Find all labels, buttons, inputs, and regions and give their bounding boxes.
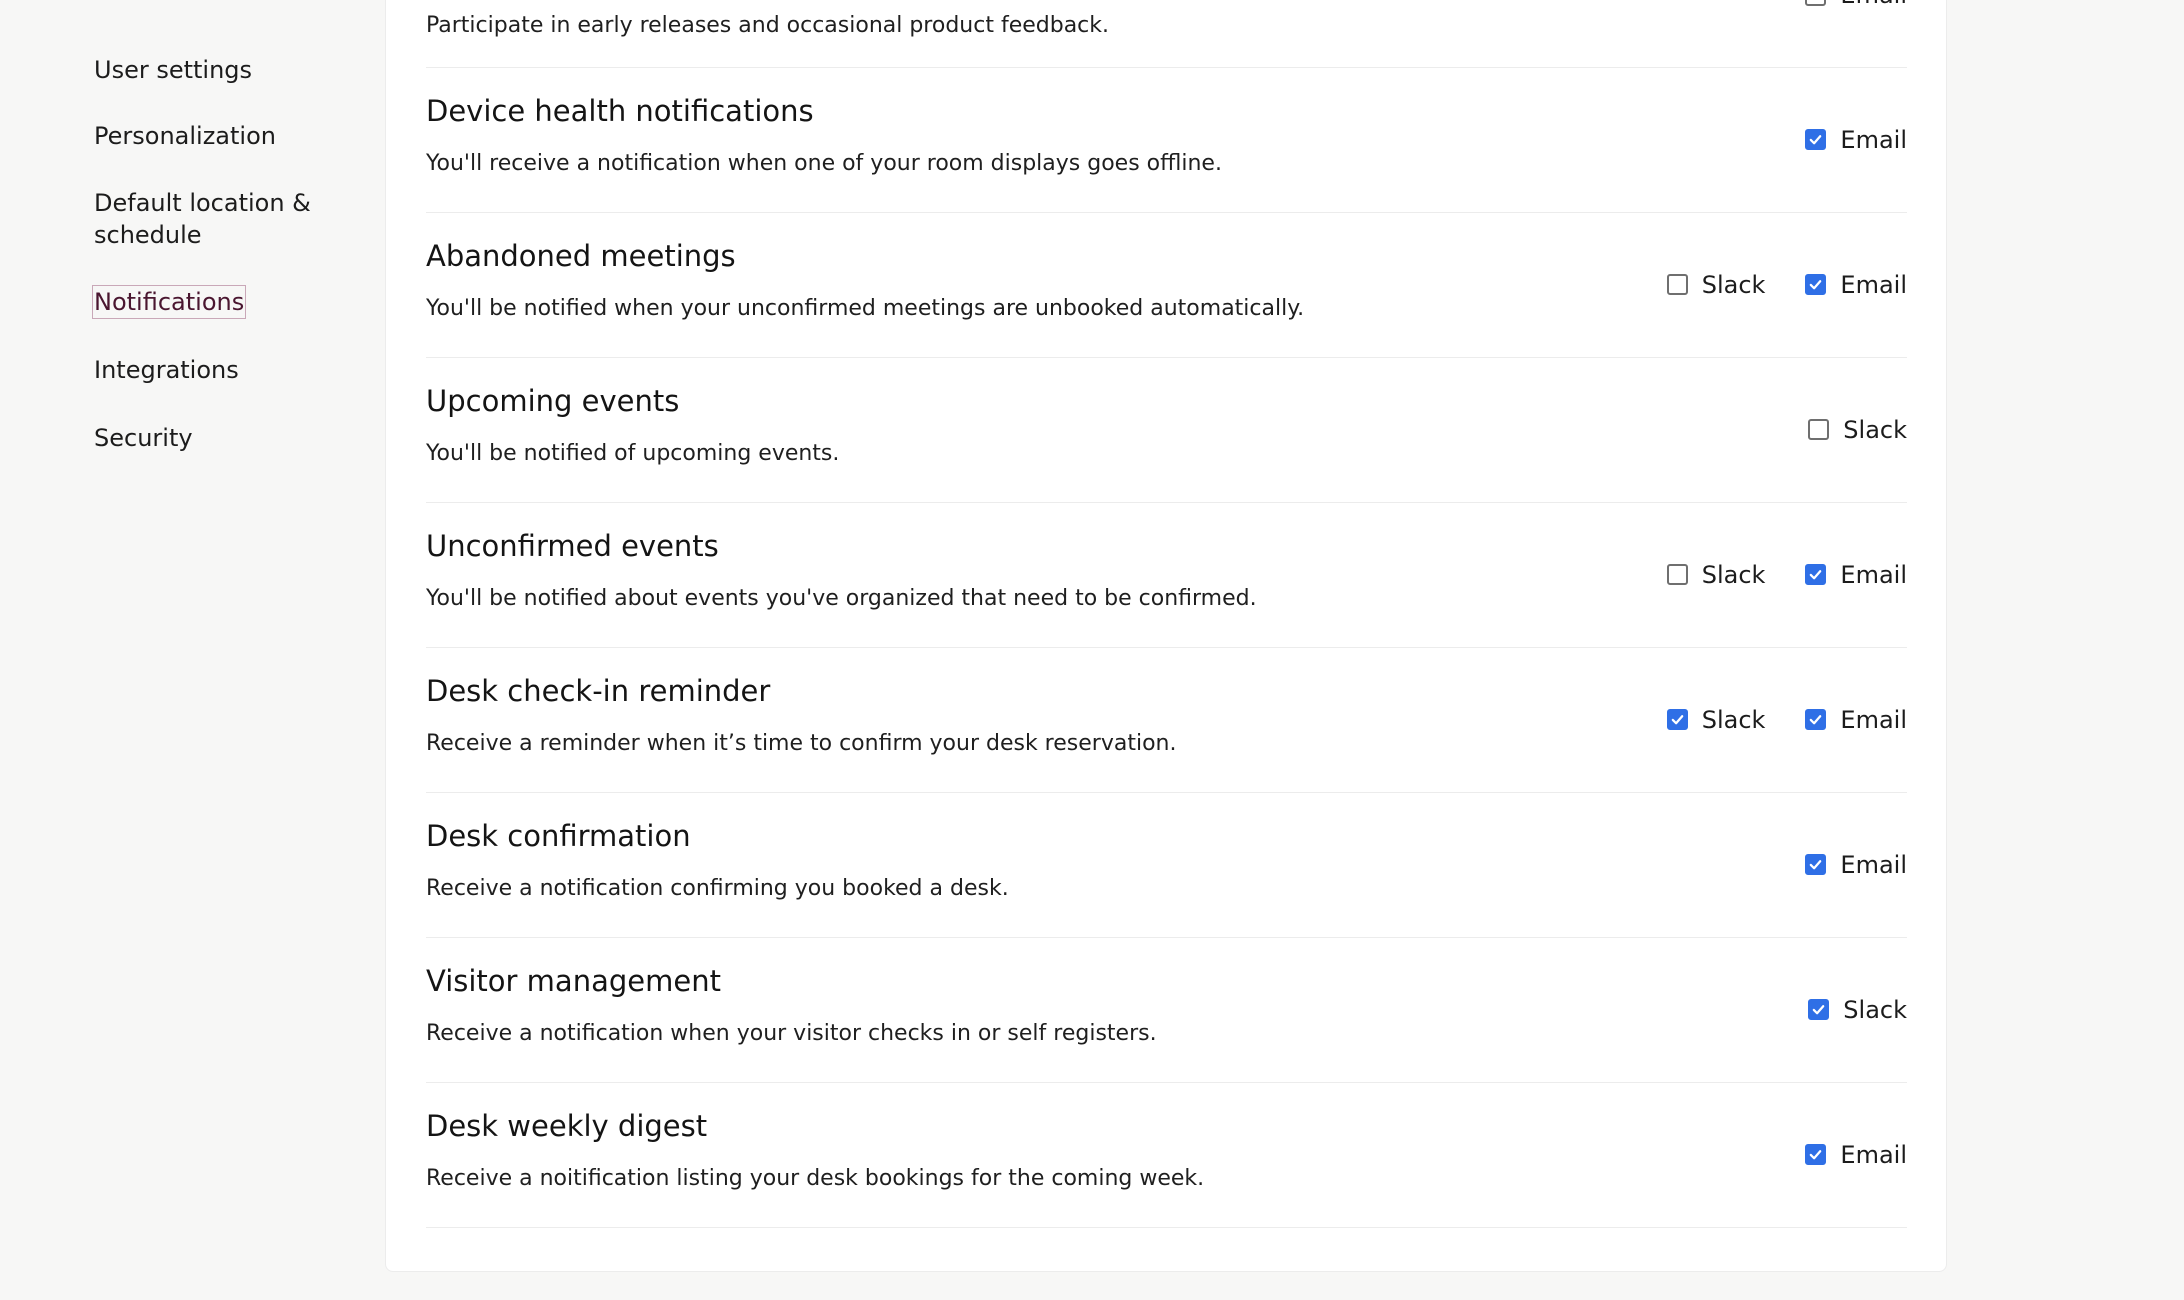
sidebar-item-personalization[interactable]: Personalization: [94, 120, 276, 152]
notification-channel-options: Email: [1805, 1082, 1907, 1227]
email-checkbox[interactable]: [1805, 1144, 1827, 1165]
notification-title: Unconfirmed events: [426, 529, 719, 563]
notification-title: Desk confirmation: [426, 819, 691, 853]
slack-checkbox[interactable]: [1666, 564, 1688, 585]
email-checkbox[interactable]: [1805, 129, 1827, 150]
notification-title: Abandoned meetings: [426, 239, 736, 273]
notification-title: Upcoming events: [426, 384, 680, 418]
notification-row: Desk check-in reminder Receive a reminder…: [426, 647, 1907, 793]
notification-row: Unconfirmed events You'll be notified abo…: [426, 502, 1907, 648]
channel-label: Email: [1840, 270, 1907, 299]
notification-channel-options: Slack Email: [1666, 212, 1907, 357]
notifications-panel: Participate in early releases and occasi…: [385, 0, 1947, 1272]
slack-checkbox[interactable]: [1808, 999, 1830, 1020]
notification-channel-options: Slack: [1808, 357, 1907, 502]
email-channel-option[interactable]: Email: [1805, 125, 1907, 155]
slack-channel-option[interactable]: Slack: [1666, 270, 1766, 300]
notification-description: You'll be notified when your unconfirmed…: [426, 296, 1305, 321]
slack-checkbox[interactable]: [1808, 419, 1830, 440]
channel-label: Slack: [1701, 560, 1766, 589]
channel-label: Slack: [1843, 415, 1907, 444]
channel-label: Email: [1840, 0, 1907, 10]
notification-row: Desk confirmation Receive a notification …: [426, 792, 1907, 938]
notification-description: You'll receive a notification when one o…: [426, 151, 1222, 176]
slack-checkbox[interactable]: [1666, 274, 1688, 295]
notification-channel-options: Email: [1805, 792, 1907, 937]
email-channel-option[interactable]: Email: [1805, 1140, 1907, 1170]
email-checkbox[interactable]: [1805, 274, 1827, 295]
channel-label: Email: [1840, 560, 1907, 589]
email-channel-option[interactable]: Email: [1805, 270, 1907, 300]
slack-channel-option[interactable]: Slack: [1666, 560, 1766, 590]
channel-label: Email: [1840, 125, 1907, 154]
slack-checkbox[interactable]: [1666, 709, 1688, 730]
notification-channel-options: Email: [1805, 67, 1907, 212]
channel-label: Slack: [1701, 270, 1766, 299]
email-checkbox[interactable]: [1805, 0, 1827, 6]
notification-description: Receive a notification when your visitor…: [426, 1021, 1157, 1046]
notification-description: Receive a reminder when it’s time to con…: [426, 731, 1177, 756]
email-channel-option[interactable]: Email: [1805, 560, 1907, 590]
notification-description: Receive a notification confirming you bo…: [426, 876, 1009, 901]
notification-title: Device health notifications: [426, 94, 814, 128]
channel-label: Email: [1840, 1140, 1907, 1169]
notification-channel-options: Slack Email: [1666, 502, 1907, 647]
notification-title: Desk check-in reminder: [426, 674, 771, 708]
notification-title: Desk weekly digest: [426, 1109, 708, 1143]
notification-description: You'll be notified of upcoming events.: [426, 441, 840, 466]
slack-channel-option[interactable]: Slack: [1808, 415, 1907, 445]
sidebar-item-security[interactable]: Security: [94, 422, 193, 454]
sidebar-item-user-settings[interactable]: User settings: [94, 54, 252, 86]
channel-label: Slack: [1701, 705, 1766, 734]
sidebar-item-notifications[interactable]: Notifications: [91, 285, 247, 319]
channel-label: Email: [1840, 850, 1907, 879]
notification-title: Visitor management: [426, 964, 721, 998]
slack-channel-option[interactable]: Slack: [1666, 705, 1766, 735]
notification-description: You'll be notified about events you've o…: [426, 586, 1257, 611]
email-channel-option[interactable]: Email: [1805, 0, 1907, 10]
email-checkbox[interactable]: [1805, 854, 1827, 875]
channel-label: Email: [1840, 705, 1907, 734]
slack-channel-option[interactable]: Slack: [1808, 995, 1907, 1025]
email-channel-option[interactable]: Email: [1805, 850, 1907, 880]
notification-row: Device health notifications You'll receiv…: [426, 67, 1907, 213]
sidebar-item-integrations[interactable]: Integrations: [94, 354, 239, 386]
notification-row: Abandoned meetings You'll be notified whe…: [426, 212, 1907, 358]
notification-channel-options: Slack: [1808, 937, 1907, 1082]
channel-label: Slack: [1843, 995, 1907, 1024]
notification-row: Participate in early releases and occasi…: [426, 0, 1907, 68]
notification-description: Participate in early releases and occasi…: [426, 13, 1110, 38]
notification-channel-options: Slack Email: [1666, 647, 1907, 792]
email-checkbox[interactable]: [1805, 709, 1827, 730]
email-checkbox[interactable]: [1805, 564, 1827, 585]
notification-row: Desk weekly digest Receive a noitificatio…: [426, 1082, 1907, 1228]
sidebar-item-default-location-schedule[interactable]: Default location & schedule: [94, 187, 334, 251]
notification-channel-options: Email: [1805, 0, 1907, 9]
email-channel-option[interactable]: Email: [1805, 705, 1907, 735]
notification-row: Visitor management Receive a notification…: [426, 937, 1907, 1083]
notification-description: Receive a noitification listing your des…: [426, 1166, 1205, 1191]
notification-row: Upcoming events You'll be notified of upc…: [426, 357, 1907, 503]
